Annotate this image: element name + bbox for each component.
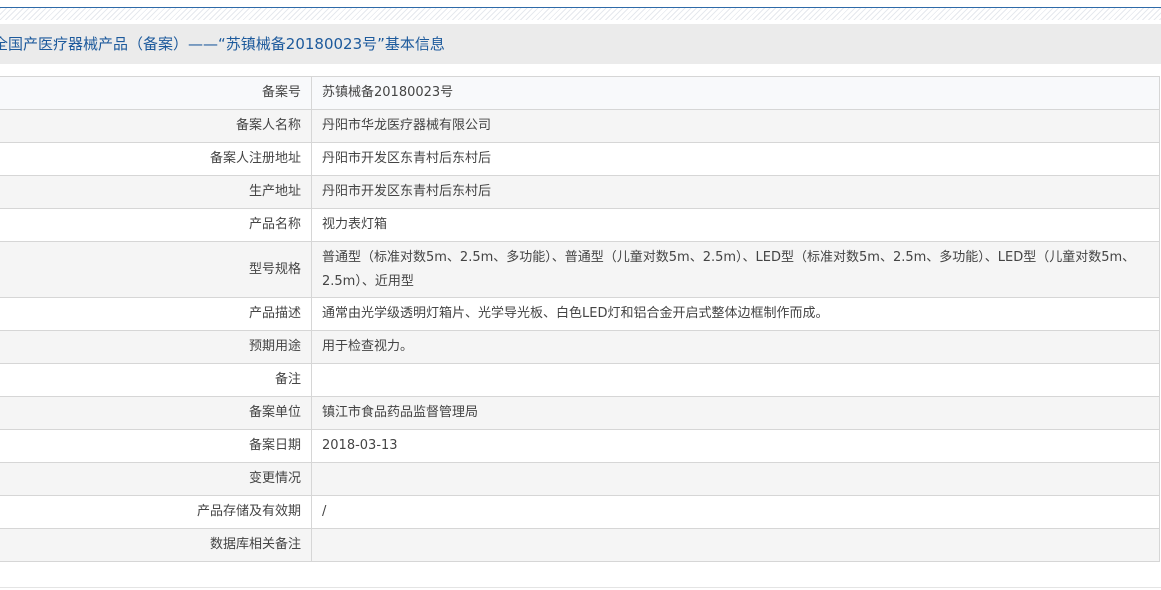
- table-row: 产品存储及有效期 /: [0, 495, 1160, 529]
- table-row: 预期用途 用于检查视力。: [0, 330, 1160, 364]
- table-row: 生产地址 丹阳市开发区东青村后东村后: [0, 175, 1160, 209]
- table-row: 型号规格 普通型（标准对数5m、2.5m、多功能）、普通型（儿童对数5m、2.5m…: [0, 241, 1160, 298]
- field-label: 备案人名称: [0, 109, 312, 143]
- field-value: 用于检查视力。: [311, 330, 1160, 364]
- field-label: 产品存储及有效期: [0, 495, 312, 529]
- table-row: 备案人注册地址 丹阳市开发区东青村后东村后: [0, 142, 1160, 176]
- field-value: 丹阳市开发区东青村后东村后: [311, 175, 1160, 209]
- field-label: 备案单位: [0, 396, 312, 430]
- field-label: 备案人注册地址: [0, 142, 312, 176]
- table-row: 备案单位 镇江市食品药品监督管理局: [0, 396, 1160, 430]
- field-label: 产品名称: [0, 208, 312, 242]
- field-value: [311, 528, 1160, 562]
- table-row: 数据库相关备注: [0, 528, 1160, 562]
- field-label: 预期用途: [0, 330, 312, 364]
- field-label: 生产地址: [0, 175, 312, 209]
- field-label: 数据库相关备注: [0, 528, 312, 562]
- table-row: 备案人名称 丹阳市华龙医疗器械有限公司: [0, 109, 1160, 143]
- table-row: 产品名称 视力表灯箱: [0, 208, 1160, 242]
- table-row: 备案日期 2018-03-13: [0, 429, 1160, 463]
- field-value: 苏镇械备20180023号: [311, 76, 1160, 110]
- field-value: 镇江市食品药品监督管理局: [311, 396, 1160, 430]
- field-label: 型号规格: [0, 241, 312, 298]
- table-row: 变更情况: [0, 462, 1160, 496]
- title-bar: 全国产医疗器械产品（备案）——“苏镇械备20180023号”基本信息: [0, 24, 1161, 64]
- field-value: 丹阳市华龙医疗器械有限公司: [311, 109, 1160, 143]
- detail-table: 备案号 苏镇械备20180023号 备案人名称 丹阳市华龙医疗器械有限公司 备案人注册地…: [0, 76, 1160, 562]
- field-label: 变更情况: [0, 462, 312, 496]
- field-label: 备注: [0, 363, 312, 397]
- bottom-divider: [0, 587, 1161, 588]
- field-value: 丹阳市开发区东青村后东村后: [311, 142, 1160, 176]
- table-row: 备注: [0, 363, 1160, 397]
- table-row: 产品描述 通常由光学级透明灯箱片、光学导光板、白色LED灯和铝合金开启式整体边框制…: [0, 297, 1160, 331]
- field-value: 通常由光学级透明灯箱片、光学导光板、白色LED灯和铝合金开启式整体边框制作而成。: [311, 297, 1160, 331]
- table-row: 备案号 苏镇械备20180023号: [0, 76, 1160, 110]
- field-value: [311, 363, 1160, 397]
- field-value: 2018-03-13: [311, 429, 1160, 463]
- field-label: 备案号: [0, 76, 312, 110]
- field-value: 普通型（标准对数5m、2.5m、多功能）、普通型（儿童对数5m、2.5m）、LE…: [311, 241, 1160, 298]
- decorative-stripe: [0, 8, 1161, 20]
- field-value: /: [311, 495, 1160, 529]
- field-value: 视力表灯箱: [311, 208, 1160, 242]
- field-value: [311, 462, 1160, 496]
- field-label: 产品描述: [0, 297, 312, 331]
- page-title: 全国产医疗器械产品（备案）——“苏镇械备20180023号”基本信息: [0, 35, 445, 53]
- field-label: 备案日期: [0, 429, 312, 463]
